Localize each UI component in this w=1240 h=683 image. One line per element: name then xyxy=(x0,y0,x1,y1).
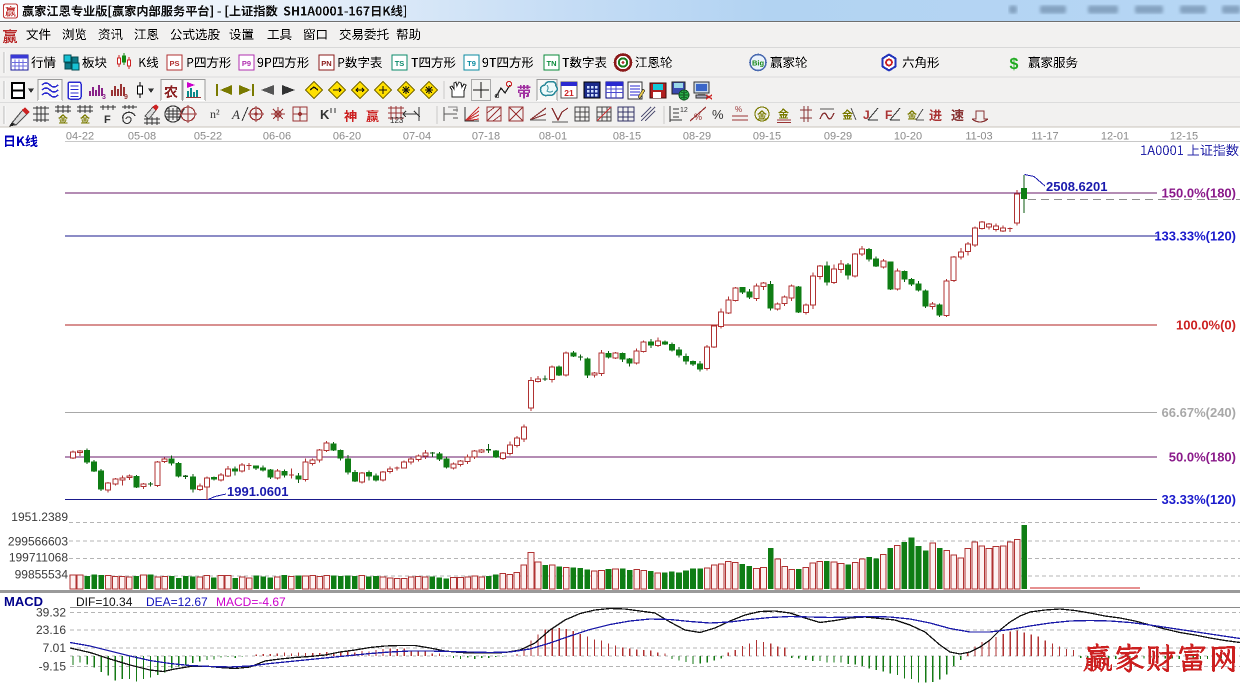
svg-text:100.0%(0): 100.0%(0) xyxy=(1176,317,1236,332)
svg-text:39.32: 39.32 xyxy=(36,606,66,620)
svg-text:05-08: 05-08 xyxy=(128,131,156,143)
svg-text:123: 123 xyxy=(390,116,404,125)
svg-text:11-03: 11-03 xyxy=(965,131,992,143)
svg-text:50.0%(180): 50.0%(180) xyxy=(1169,449,1236,464)
svg-text:21: 21 xyxy=(564,88,574,98)
svg-text:%: % xyxy=(694,112,702,122)
svg-text:A: A xyxy=(231,107,240,122)
svg-text:10-20: 10-20 xyxy=(894,131,922,143)
svg-text:99855534: 99855534 xyxy=(15,568,69,582)
svg-text:07-18: 07-18 xyxy=(472,131,500,143)
svg-text:-9.15: -9.15 xyxy=(39,659,67,673)
svg-text:P9: P9 xyxy=(242,59,251,68)
svg-text:08-15: 08-15 xyxy=(613,131,641,143)
svg-text:1951.2389: 1951.2389 xyxy=(11,510,68,524)
svg-text:09-15: 09-15 xyxy=(753,131,781,143)
svg-text:11-17: 11-17 xyxy=(1031,131,1058,143)
svg-text:06-06: 06-06 xyxy=(263,131,291,143)
svg-text:09-29: 09-29 xyxy=(824,131,852,143)
svg-text:TN: TN xyxy=(547,59,557,68)
svg-text:07-04: 07-04 xyxy=(403,131,431,143)
svg-text:Big: Big xyxy=(752,59,765,68)
svg-text:PS: PS xyxy=(169,59,179,68)
svg-text:%: % xyxy=(735,105,742,114)
svg-text:12: 12 xyxy=(680,107,688,114)
svg-text:PN: PN xyxy=(321,59,331,68)
svg-text:3: 3 xyxy=(102,94,106,101)
svg-text:n²: n² xyxy=(210,107,220,121)
svg-text:06-20: 06-20 xyxy=(333,131,361,143)
svg-text:1991.0601: 1991.0601 xyxy=(227,484,288,499)
svg-text:DIF=10.34: DIF=10.34 xyxy=(76,595,133,609)
svg-text:33.33%(120): 33.33%(120) xyxy=(1162,492,1236,507)
svg-text:05-22: 05-22 xyxy=(194,131,222,143)
svg-text:7.01: 7.01 xyxy=(43,641,67,655)
svg-text:23.16: 23.16 xyxy=(36,623,66,637)
svg-text:04-22: 04-22 xyxy=(66,131,94,143)
svg-text:9: 9 xyxy=(124,94,128,101)
svg-text:DEA=12.67: DEA=12.67 xyxy=(146,595,208,609)
svg-text:66.67%(240): 66.67%(240) xyxy=(1162,405,1236,420)
svg-text:TS: TS xyxy=(395,59,405,68)
svg-text:199711068: 199711068 xyxy=(9,551,69,565)
svg-text:$: $ xyxy=(1010,56,1019,73)
svg-text:T9: T9 xyxy=(467,59,476,68)
svg-text:12-01: 12-01 xyxy=(1101,131,1129,143)
svg-text:08-29: 08-29 xyxy=(683,131,711,143)
svg-text:150.0%(180): 150.0%(180) xyxy=(1162,185,1236,200)
svg-text:08-01: 08-01 xyxy=(539,131,567,143)
svg-text:2508.6201: 2508.6201 xyxy=(1046,179,1107,194)
svg-text:F: F xyxy=(104,114,111,126)
svg-text:299566603: 299566603 xyxy=(8,535,68,549)
svg-text:%: % xyxy=(712,107,724,122)
svg-text:12-15: 12-15 xyxy=(1170,131,1198,143)
svg-text:133.33%(120): 133.33%(120) xyxy=(1154,228,1236,243)
svg-text:K: K xyxy=(320,107,330,122)
svg-text:MACD=-4.67: MACD=-4.67 xyxy=(216,595,286,609)
